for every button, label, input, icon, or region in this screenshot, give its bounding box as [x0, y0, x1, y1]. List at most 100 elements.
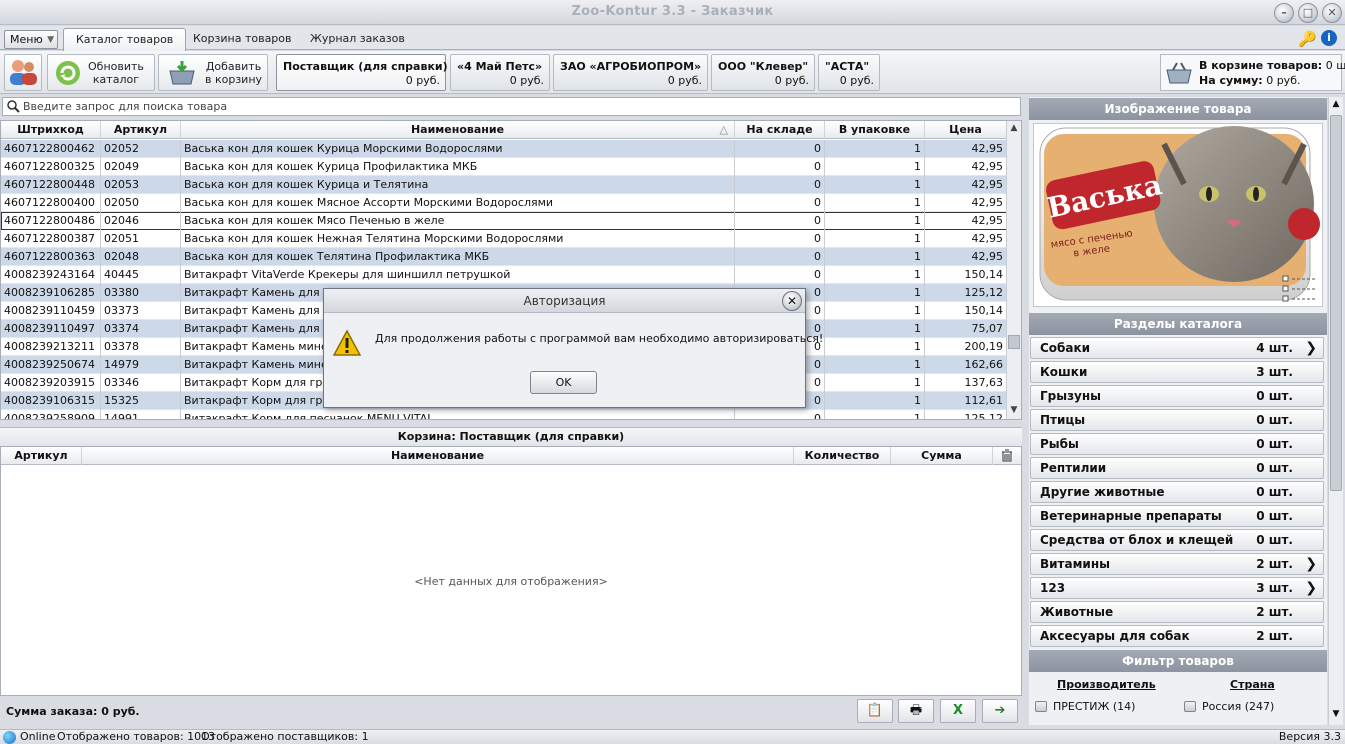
right-panel-scrollbar[interactable]: ▲ ▼ [1328, 97, 1343, 725]
scroll-thumb[interactable] [1330, 115, 1342, 491]
supplier-tab-4maypets[interactable]: «4 Май Петс» 0 руб. [450, 54, 550, 91]
col-name[interactable]: Наименование △ [181, 121, 735, 139]
key-icon[interactable]: 🔑 [1298, 30, 1317, 48]
status-bar: Online Отображено товаров: 1013 Отображе… [0, 729, 1345, 744]
scroll-down-icon[interactable]: ▼ [1007, 405, 1021, 415]
catalog-section[interactable]: Животные 2 шт. [1030, 601, 1324, 623]
scroll-down-icon[interactable]: ▼ [1329, 709, 1343, 719]
catalog-section[interactable]: Птицы 0 шт. [1030, 409, 1324, 431]
table-cell: 1 [825, 284, 925, 302]
section-count: 2 шт. [1256, 605, 1293, 619]
shown-suppliers: Отображено поставщиков: 1 [201, 730, 369, 743]
table-row[interactable]: 4607122800363 02048 Васька кон для кошек Т… [1, 248, 1007, 266]
send-order-button[interactable]: ➔ [982, 699, 1018, 723]
table-cell: 137,63 [925, 374, 1007, 392]
table-cell: 0 [735, 212, 825, 230]
print-button[interactable]: 🖶 [898, 699, 934, 723]
excel-icon: X [952, 703, 964, 718]
table-row[interactable]: 4607122800325 02049 Васька кон для кошек К… [1, 158, 1007, 176]
catalog-section[interactable]: Ветеринарные препараты 0 шт. [1030, 505, 1324, 527]
shown-items: Отображено товаров: 1013 [57, 730, 216, 743]
section-count: 0 шт. [1256, 389, 1293, 403]
catalog-section[interactable]: Средства от блох и клещей 0 шт. [1030, 529, 1324, 551]
table-cell: Васька кон для кошек Телятина Профилакти… [181, 248, 735, 266]
table-row[interactable]: 4008239243164 40445 Витакрафт VitaVerde Кр… [1, 266, 1007, 284]
catalog-section[interactable]: Рыбы 0 шт. [1030, 433, 1324, 455]
table-cell: 162,66 [925, 356, 1007, 374]
catalog-section[interactable]: Аксесуары для собак 2 шт. [1030, 625, 1324, 647]
filter-checkbox-prestige[interactable] [1035, 701, 1047, 712]
send-icon: ➔ [994, 703, 1006, 718]
catalog-section[interactable]: Другие животные 0 шт. [1030, 481, 1324, 503]
table-row[interactable]: 4607122800387 02051 Васька кон для кошек Н… [1, 230, 1007, 248]
chevron-right-icon[interactable]: ❯ [1305, 338, 1317, 358]
col-article[interactable]: Артикул [101, 121, 181, 139]
col-stock[interactable]: На складе [735, 121, 825, 139]
cart-col-name[interactable]: Наименование [82, 447, 794, 465]
grid-scrollbar[interactable]: ▲ ▼ [1006, 121, 1021, 419]
table-cell: 02053 [101, 176, 181, 194]
table-cell: Васька кон для кошек Курица Морскими Вод… [181, 140, 735, 158]
dialog-close-button[interactable]: ✕ [782, 291, 802, 311]
chevron-right-icon[interactable]: ❯ [1305, 578, 1317, 598]
catalog-section[interactable]: Кошки 3 шт. [1030, 361, 1324, 383]
catalog-section[interactable]: 123 3 шт. ❯ [1030, 577, 1324, 599]
minimize-button[interactable]: – [1274, 3, 1294, 23]
section-name: Кошки [1040, 365, 1088, 379]
users-button[interactable] [4, 54, 42, 91]
table-row[interactable]: 4607122800486 02046 Васька кон для кошек М… [1, 212, 1007, 230]
filter-country-header[interactable]: Страна [1230, 678, 1275, 691]
table-row[interactable]: 4607122800400 02050 Васька кон для кошек М… [1, 194, 1007, 212]
scroll-up-icon[interactable]: ▲ [1329, 99, 1343, 109]
col-price[interactable]: Цена [925, 121, 1007, 139]
cart-col-sum[interactable]: Сумма [891, 447, 993, 465]
catalog-section[interactable]: Собаки 4 шт. ❯ [1030, 337, 1324, 359]
table-cell: 200,19 [925, 338, 1007, 356]
add-to-cart-button[interactable]: Добавить в корзину [158, 54, 268, 91]
title-bar: Zoo-Kontur 3.3 - Заказчик – □ ✕ [0, 0, 1345, 25]
ok-button[interactable]: OK [530, 371, 597, 394]
tab-orders[interactable]: Журнал заказов [298, 28, 417, 50]
tab-cart[interactable]: Корзина товаров [181, 28, 304, 50]
cart-col-qty[interactable]: Количество [794, 447, 891, 465]
table-cell: 03346 [101, 374, 181, 392]
close-button[interactable]: ✕ [1322, 3, 1342, 23]
trash-icon[interactable] [993, 447, 1021, 465]
table-cell: Витакрафт Корм для песчанок MENU VITAL [181, 410, 735, 419]
clipboard-button[interactable]: 📋 [857, 699, 893, 723]
table-cell: Васька кон для кошек Мясо Печенью в желе [181, 212, 735, 230]
info-icon[interactable]: i [1321, 30, 1337, 46]
table-row[interactable]: 4607122800448 02053 Васька кон для кошек К… [1, 176, 1007, 194]
catalog-section[interactable]: Витамины 2 шт. ❯ [1030, 553, 1324, 575]
warning-icon [332, 329, 362, 356]
catalog-section[interactable]: Грызуны 0 шт. [1030, 385, 1324, 407]
users-icon [10, 60, 37, 85]
tab-catalog[interactable]: Каталог товаров [63, 28, 187, 51]
filter-checkbox-russia[interactable] [1184, 701, 1196, 712]
refresh-catalog-button[interactable]: Обновить каталог [47, 54, 155, 91]
scroll-up-icon[interactable]: ▲ [1007, 123, 1021, 133]
table-cell: Васька кон для кошек Нежная Телятина Мор… [181, 230, 735, 248]
supplier-tab-reference[interactable]: Поставщик (для справки) 0 руб. [276, 54, 448, 91]
table-cell: 4008239243164 [1, 266, 101, 284]
table-row[interactable]: 4607122800462 02052 Васька кон для кошек К… [1, 140, 1007, 158]
excel-export-button[interactable]: X [940, 699, 976, 723]
catalog-section[interactable]: Рептилии 0 шт. [1030, 457, 1324, 479]
chevron-right-icon[interactable]: ❯ [1305, 554, 1317, 574]
scroll-thumb[interactable] [1008, 335, 1020, 349]
search-input[interactable] [23, 99, 1013, 114]
maximize-button[interactable]: □ [1298, 3, 1318, 23]
table-row[interactable]: 4008239258909 14991 Витакрафт Корм для пес… [1, 410, 1007, 419]
filter-manufacturer-header[interactable]: Производитель [1057, 678, 1156, 691]
section-count: 0 шт. [1256, 485, 1293, 499]
col-pack[interactable]: В упаковке [825, 121, 925, 139]
cart-col-article[interactable]: Артикул [1, 447, 82, 465]
supplier-tab-klever[interactable]: ООО "Клевер" 0 руб. [711, 54, 815, 91]
auth-dialog: Авторизация ✕ Для продолжения работы с п… [323, 288, 823, 408]
menu-button[interactable]: Меню ▼ [4, 30, 58, 49]
col-barcode[interactable]: Штрихкод [1, 121, 101, 139]
table-cell: Витакрафт VitaVerde Крекеры для шиншилл … [181, 266, 735, 284]
supplier-tab-asta[interactable]: "АСТА" 0 руб. [818, 54, 880, 91]
supplier-tab-agrobioprom[interactable]: ЗАО «АГРОБИОПРОМ» 0 руб. [553, 54, 708, 91]
online-status: Online [20, 730, 56, 743]
